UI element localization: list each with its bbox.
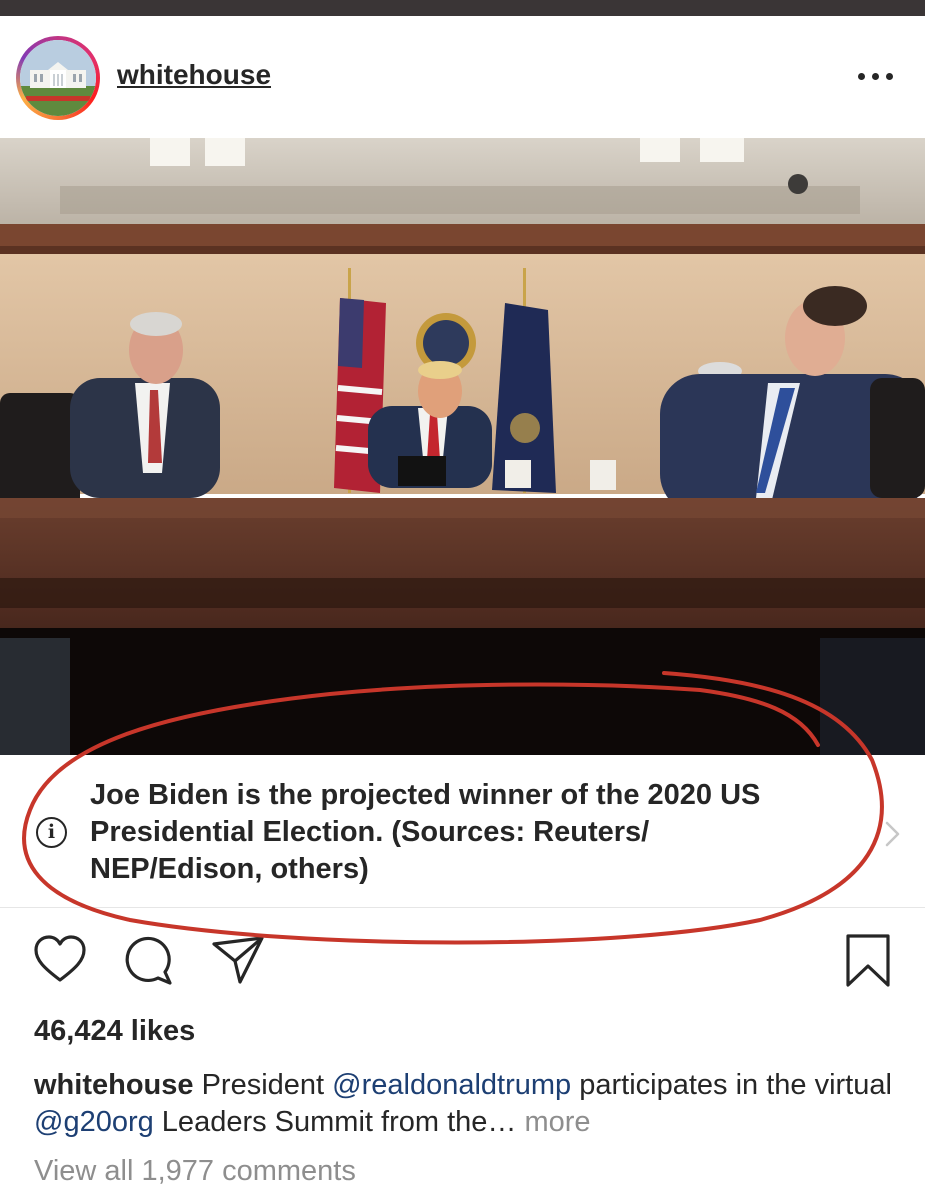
- info-icon: i: [36, 817, 67, 848]
- post-caption: whitehouse President @realdonaldtrump pa…: [34, 1067, 904, 1141]
- caption-text: Leaders Summit from the…: [153, 1106, 525, 1138]
- caption-text: participates in the virtual: [571, 1069, 892, 1101]
- mention-link[interactable]: @realdonaldtrump: [332, 1069, 571, 1101]
- more-link[interactable]: more: [524, 1106, 590, 1138]
- post-header: whitehouse: [0, 16, 925, 138]
- heart-icon[interactable]: [30, 930, 90, 990]
- chevron-right-icon[interactable]: [880, 819, 906, 849]
- send-icon[interactable]: [208, 930, 268, 990]
- caption-text: President: [193, 1069, 333, 1101]
- info-banner-text: Joe Biden is the projected winner of the…: [90, 779, 761, 885]
- view-comments-link[interactable]: View all 1,977 comments: [34, 1155, 356, 1188]
- bookmark-icon[interactable]: [838, 930, 898, 990]
- story-ring[interactable]: [16, 36, 100, 120]
- top-status-strip: [0, 0, 925, 16]
- likes-count[interactable]: 46,424 likes: [34, 1015, 195, 1048]
- mention-link[interactable]: @g20org: [34, 1106, 154, 1138]
- post-action-bar: [0, 930, 925, 992]
- white-house-avatar-icon[interactable]: [20, 40, 96, 116]
- caption-username[interactable]: whitehouse: [34, 1069, 194, 1101]
- post-username[interactable]: whitehouse: [117, 59, 271, 91]
- comment-icon[interactable]: [118, 930, 178, 990]
- post-photo[interactable]: [0, 138, 925, 755]
- more-horizontal-icon[interactable]: [855, 66, 897, 86]
- fact-check-info-banner[interactable]: i Joe Biden is the projected winner of t…: [0, 755, 925, 908]
